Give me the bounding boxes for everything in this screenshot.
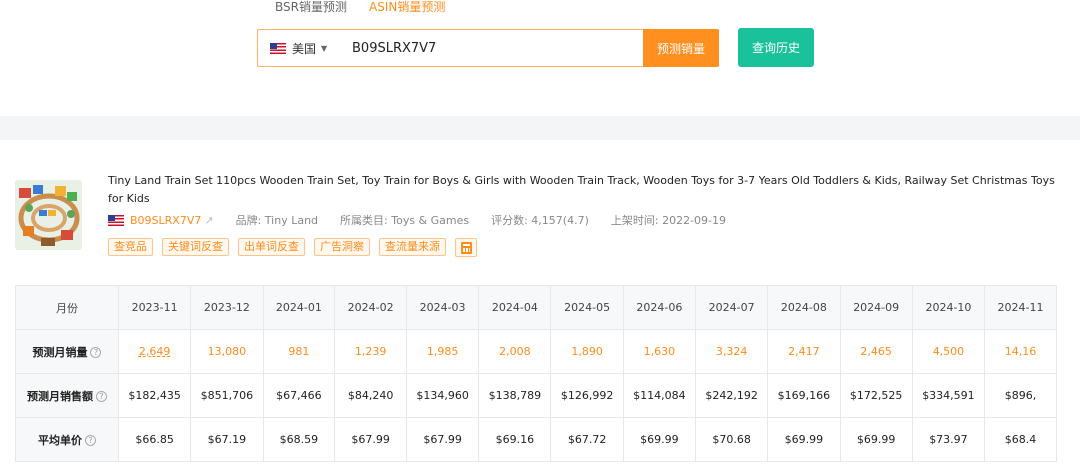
month-column-header: 2024-02	[334, 285, 407, 330]
table-cell: $68.4	[984, 417, 1057, 462]
mode-tabs: BSR销量预测 ASIN销量预测	[275, 0, 445, 14]
table-cell: $68.59	[262, 417, 336, 462]
us-flag-icon	[270, 42, 286, 54]
tool-ad-insight-button[interactable]: 广告洞察	[314, 238, 370, 256]
table-header-row: 月份 2023-11 2023-12 2024-01 2024-02 2024-03 20…	[15, 285, 1057, 330]
month-header: 月份	[15, 285, 119, 330]
tool-competitor-button[interactable]: 查竞品	[108, 238, 153, 256]
row-label: 预测月销量?	[15, 329, 119, 374]
table-cell: $172,525	[839, 373, 913, 418]
predict-sales-button[interactable]: 预测销量	[643, 29, 719, 67]
table-cell: $169,166	[767, 373, 841, 418]
product-meta-row: B09SLRX7V7 ↗ 品牌: Tiny Land 所属类目: Toys & …	[108, 212, 726, 228]
search-box: 美国 ▼ 预测销量	[257, 29, 719, 67]
table-cell: 13,080	[190, 329, 264, 374]
table-row: 预测月销售额? $182,435 $851,706 $67,466 $84,240 $13…	[15, 373, 1057, 418]
table-cell: $66.85	[117, 417, 192, 462]
country-name: 美国	[292, 41, 317, 56]
tool-traffic-source-button[interactable]: 查流量来源	[379, 238, 446, 256]
table-cell: $134,960	[405, 373, 480, 418]
section-divider	[0, 116, 1080, 140]
query-history-button[interactable]: 查询历史	[738, 28, 814, 67]
month-column-header: 2024-05	[550, 285, 624, 330]
table-row: 预测月销量? 2,649 13,080 981 1,239 1,985 2,008 1,890…	[15, 329, 1057, 374]
help-icon[interactable]: ?	[95, 390, 107, 402]
table-cell: $126,992	[550, 373, 624, 418]
table-cell: $70.68	[695, 417, 769, 462]
forecast-table-wrap[interactable]: 月份 2023-11 2023-12 2024-01 2024-02 2024-03 20…	[15, 285, 1057, 468]
table-cell: 981	[262, 329, 336, 374]
category-text: 所属类目: Toys & Games	[340, 214, 470, 227]
brand-text: 品牌: Tiny Land	[235, 214, 319, 227]
table-cell: 1,890	[550, 329, 624, 374]
table-cell: $851,706	[190, 373, 264, 418]
country-select[interactable]: 美国 ▼	[258, 30, 340, 66]
table-cell: 2,008	[478, 329, 552, 374]
month-column-header: 2024-03	[405, 285, 480, 330]
table-cell: 1,985	[405, 329, 480, 374]
table-cell: 1,239	[334, 329, 407, 374]
table-cell: $69.99	[839, 417, 913, 462]
month-column-header: 2024-04	[478, 285, 552, 330]
month-column-header: 2024-10	[911, 285, 986, 330]
table-cell[interactable]: 2,649	[117, 329, 192, 374]
table-cell: 3,324	[695, 329, 769, 374]
table-cell: $73.97	[911, 417, 986, 462]
table-cell: $69.99	[767, 417, 841, 462]
asin-link[interactable]: B09SLRX7V7	[130, 214, 201, 227]
table-cell: $67.99	[334, 417, 407, 462]
asin-search-input[interactable]	[340, 30, 630, 66]
table-cell: 4,500	[911, 329, 986, 374]
tool-order-keyword-button[interactable]: 出单词反查	[238, 238, 305, 256]
row-label: 平均单价?	[15, 417, 119, 462]
help-icon[interactable]: ?	[90, 346, 102, 358]
row-label-text: 预测月销量	[32, 345, 88, 359]
table-cell: $67.72	[550, 417, 624, 462]
table-cell: $67.19	[190, 417, 264, 462]
month-column-header: 2023-11	[117, 285, 192, 330]
month-column-header: 2024-08	[767, 285, 841, 330]
forecast-table: 月份 2023-11 2023-12 2024-01 2024-02 2024-03 20…	[15, 285, 1057, 462]
tool-tags: 查竞品 关键词反查 出单词反查 广告洞察 查流量来源	[108, 238, 477, 257]
product-image[interactable]	[15, 180, 82, 250]
tab-bsr-forecast[interactable]: BSR销量预测	[275, 0, 347, 14]
table-cell: $138,789	[478, 373, 552, 418]
table-cell: $69.16	[478, 417, 552, 462]
table-cell: $334,591	[911, 373, 986, 418]
table-cell: $67,466	[262, 373, 336, 418]
external-link-icon[interactable]: ↗	[204, 214, 213, 227]
month-column-header: 2024-01	[262, 285, 336, 330]
month-column-header: 2023-12	[190, 285, 264, 330]
us-flag-icon	[108, 214, 124, 226]
table-cell: 1,630	[622, 329, 697, 374]
table-cell: $896,	[984, 373, 1057, 418]
table-cell: $242,192	[695, 373, 769, 418]
month-column-header: 2024-06	[622, 285, 697, 330]
table-cell: 2,417	[767, 329, 841, 374]
help-icon[interactable]: ?	[84, 434, 96, 446]
row-label: 预测月销售额?	[15, 373, 119, 418]
tab-asin-forecast[interactable]: ASIN销量预测	[369, 0, 445, 14]
table-cell: $67.99	[405, 417, 480, 462]
tool-keyword-reverse-button[interactable]: 关键词反查	[162, 238, 229, 256]
calculator-icon[interactable]	[455, 238, 477, 257]
product-title: Tiny Land Train Set 110pcs Wooden Train …	[108, 174, 1055, 205]
month-column-header: 2024-11	[984, 285, 1057, 330]
table-cell: $69.99	[622, 417, 697, 462]
table-cell: $114,084	[622, 373, 697, 418]
table-cell: 14,16	[984, 329, 1057, 374]
table-cell: $84,240	[334, 373, 407, 418]
table-cell: 2,465	[839, 329, 913, 374]
row-label-text: 预测月销售额	[26, 389, 93, 403]
table-cell: $182,435	[117, 373, 192, 418]
row-label-text: 平均单价	[37, 433, 82, 447]
launch-date-text: 上架时间: 2022-09-19	[610, 214, 727, 227]
table-row: 平均单价? $66.85 $67.19 $68.59 $67.99 $67.99 $69.1…	[15, 417, 1057, 462]
month-column-header: 2024-09	[839, 285, 913, 330]
chevron-down-icon: ▼	[321, 43, 328, 53]
rating-text: 评分数: 4,157(4.7)	[491, 214, 589, 227]
month-column-header: 2024-07	[695, 285, 769, 330]
